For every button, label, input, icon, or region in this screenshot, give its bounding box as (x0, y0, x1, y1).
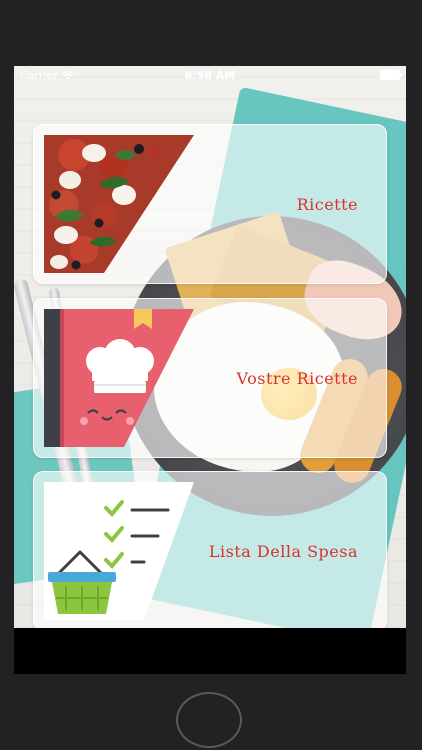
status-bar: Carrier 6:58 AM (14, 66, 406, 84)
status-time: 6:58 AM (184, 68, 236, 82)
card-label-lista-della-spesa: Lista Della Spesa (208, 541, 358, 561)
bottom-black-bar (14, 628, 406, 674)
card-vostre-ricette[interactable]: Vostre Ricette (33, 298, 387, 458)
card-label-vostre-ricette: Vostre Ricette (236, 368, 358, 388)
card-ricette[interactable]: Ricette (33, 124, 387, 284)
app-screen: Carrier 6:58 AM Ricette Vostre Ricette L… (14, 66, 406, 628)
card-label-ricette: Ricette (296, 194, 358, 214)
recipe-book-icon (44, 309, 194, 447)
home-button[interactable] (176, 692, 242, 748)
battery-icon (380, 70, 402, 80)
shopping-list-basket-icon (44, 482, 194, 620)
device-frame: Carrier 6:58 AM Ricette Vostre Ricette L… (0, 0, 422, 750)
card-lista-della-spesa[interactable]: Lista Della Spesa (33, 471, 387, 628)
pizza-image (44, 135, 194, 273)
